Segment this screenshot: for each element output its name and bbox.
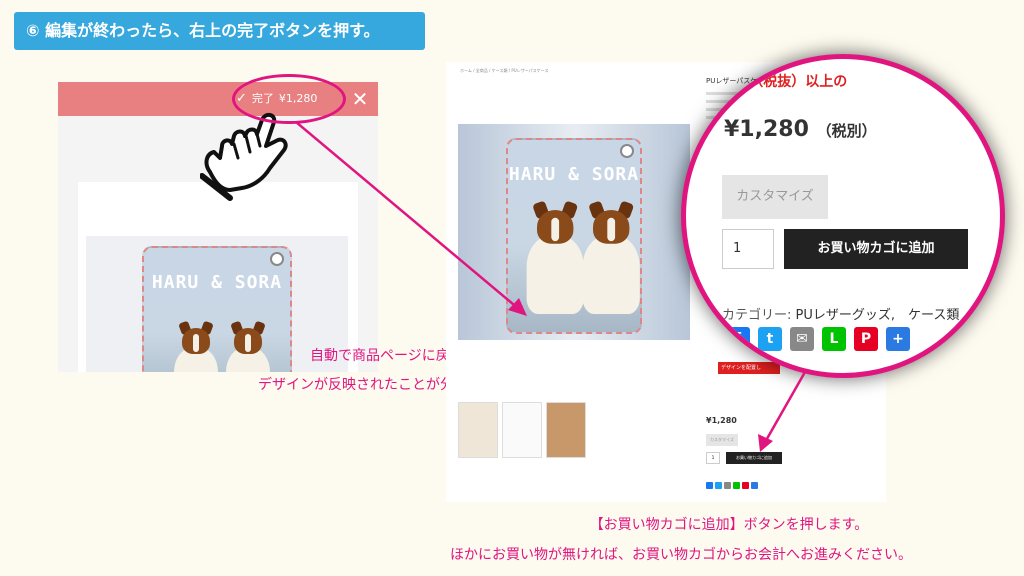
arrow-line (295, 121, 521, 311)
annotation-arrows (295, 121, 807, 452)
caption-line: 【お買い物カゴに追加】ボタンを押します。 (589, 517, 869, 533)
caption-add-to-cart: 【お買い物カゴに追加】ボタンを押します。 ほかにお買い物が無ければ、お買い物カゴ… (430, 510, 1024, 570)
caption-line: ほかにお買い物が無ければ、お買い物カゴからお会計へお進みください。 (450, 547, 912, 563)
arrow-line (762, 371, 807, 445)
arrow-head (758, 434, 773, 452)
